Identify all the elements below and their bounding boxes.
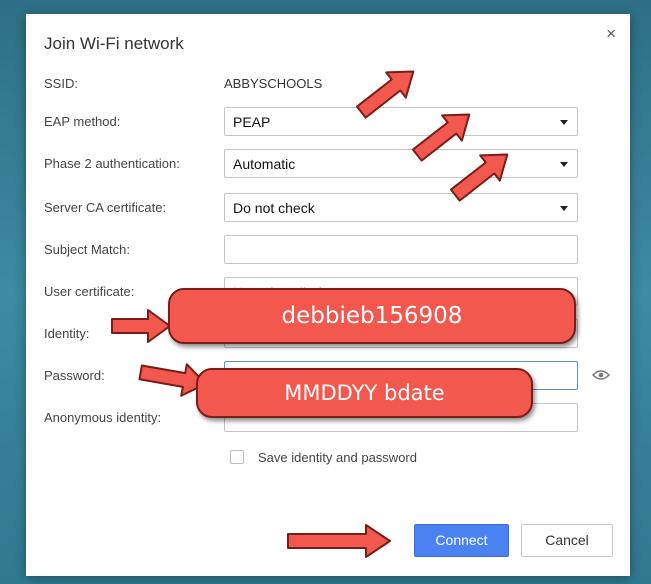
identity-callout: debbieb156908 <box>168 288 576 344</box>
password-callout: MMDDYY bdate <box>196 368 533 418</box>
arrow-icon <box>412 113 471 162</box>
arrow-icon <box>287 524 391 558</box>
arrow-icon <box>111 309 171 343</box>
arrow-icon <box>450 153 509 202</box>
arrow-icon <box>356 70 415 119</box>
